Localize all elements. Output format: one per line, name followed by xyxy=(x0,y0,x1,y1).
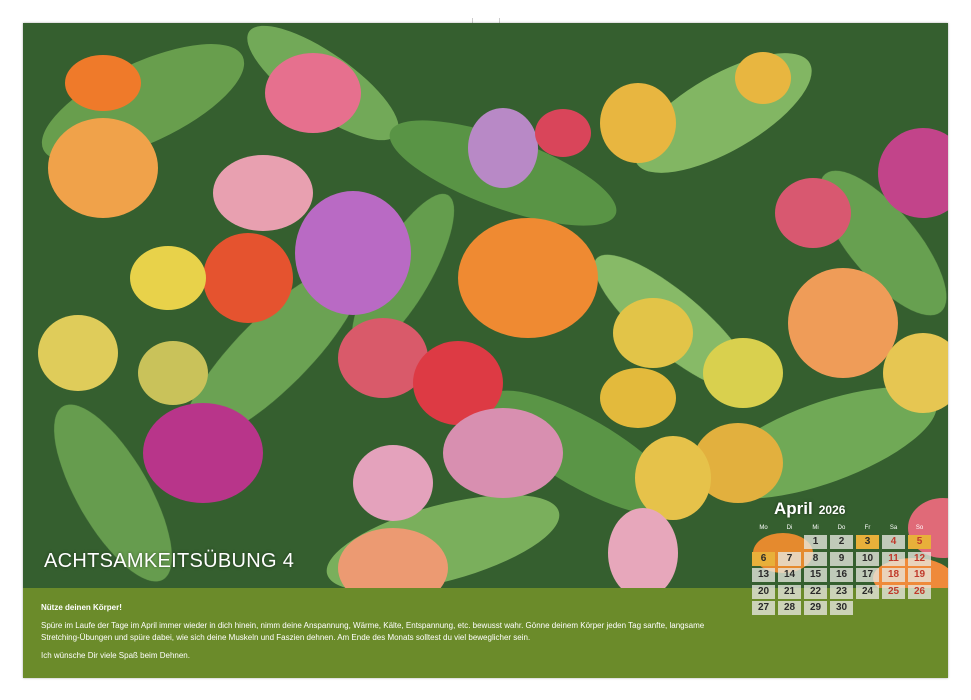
calendar-day: 15 xyxy=(804,568,827,582)
calendar-month: April xyxy=(774,499,813,518)
weekday-label: So xyxy=(915,525,924,531)
calendar-day: 9 xyxy=(830,551,853,566)
calendar-day: 29 xyxy=(804,601,827,615)
calendar-day: 28 xyxy=(778,601,801,615)
calendar-day: 23 xyxy=(830,584,853,599)
weekday-label: Mi xyxy=(812,525,819,531)
calendar-day: 27 xyxy=(752,601,775,615)
calendar-day: 3 xyxy=(856,535,879,549)
calendar-day: 12 xyxy=(908,551,931,566)
calendar-day: 8 xyxy=(804,551,827,566)
weekday-label: Do xyxy=(837,525,846,531)
page-title: ACHTSAMKEITSÜBUNG 4 xyxy=(44,550,295,572)
calendar-day: 14 xyxy=(778,568,801,582)
weekday-label: Di xyxy=(786,525,793,531)
exercise-closing: Ich wünsche Dir viele Spaß beim Dehnen. xyxy=(41,651,190,660)
calendar-day: 30 xyxy=(830,601,853,615)
exercise-text: Nütze deinen Körper! Spüre im Laufe der … xyxy=(41,602,741,662)
calendar-day: 17 xyxy=(856,568,879,582)
calendar-day: 19 xyxy=(908,568,931,582)
calendar-day: 7 xyxy=(778,551,801,566)
calendar-day: 26 xyxy=(908,584,931,599)
calendar-day: 1 xyxy=(804,535,827,549)
calendar-day: 22 xyxy=(804,584,827,599)
calendar-day: 25 xyxy=(882,584,905,599)
calendar-day: 10 xyxy=(856,551,879,566)
calendar-day: 4 xyxy=(882,535,905,549)
month-calendar: April 2026 Mo Di Mi Do Fr Sa So 1 2 3 4 5 6 7 8 9 10 11 12… xyxy=(730,499,931,615)
calendar-day: 2 xyxy=(830,535,853,549)
calendar-year: 2026 xyxy=(818,503,846,517)
calendar-day: 18 xyxy=(882,568,905,582)
calendar-day: 20 xyxy=(752,584,775,599)
calendar-day: 16 xyxy=(830,568,853,582)
calendar-day: 6 xyxy=(752,551,775,566)
exercise-body: Spüre im Laufe der Tage im April immer w… xyxy=(41,621,705,642)
calendar-day: 5 xyxy=(908,535,931,549)
exercise-heading: Nütze deinen Körper! xyxy=(41,603,122,612)
calendar-day: 11 xyxy=(882,551,905,566)
weekday-label: Fr xyxy=(864,525,871,531)
calendar-header: April 2026 xyxy=(774,499,925,519)
weekday-label: Mo xyxy=(759,525,768,531)
calendar-day: 13 xyxy=(752,568,775,582)
weekday-label: Sa xyxy=(889,525,898,531)
calendar-day: 21 xyxy=(778,584,801,599)
calendar-day: 24 xyxy=(856,584,879,599)
